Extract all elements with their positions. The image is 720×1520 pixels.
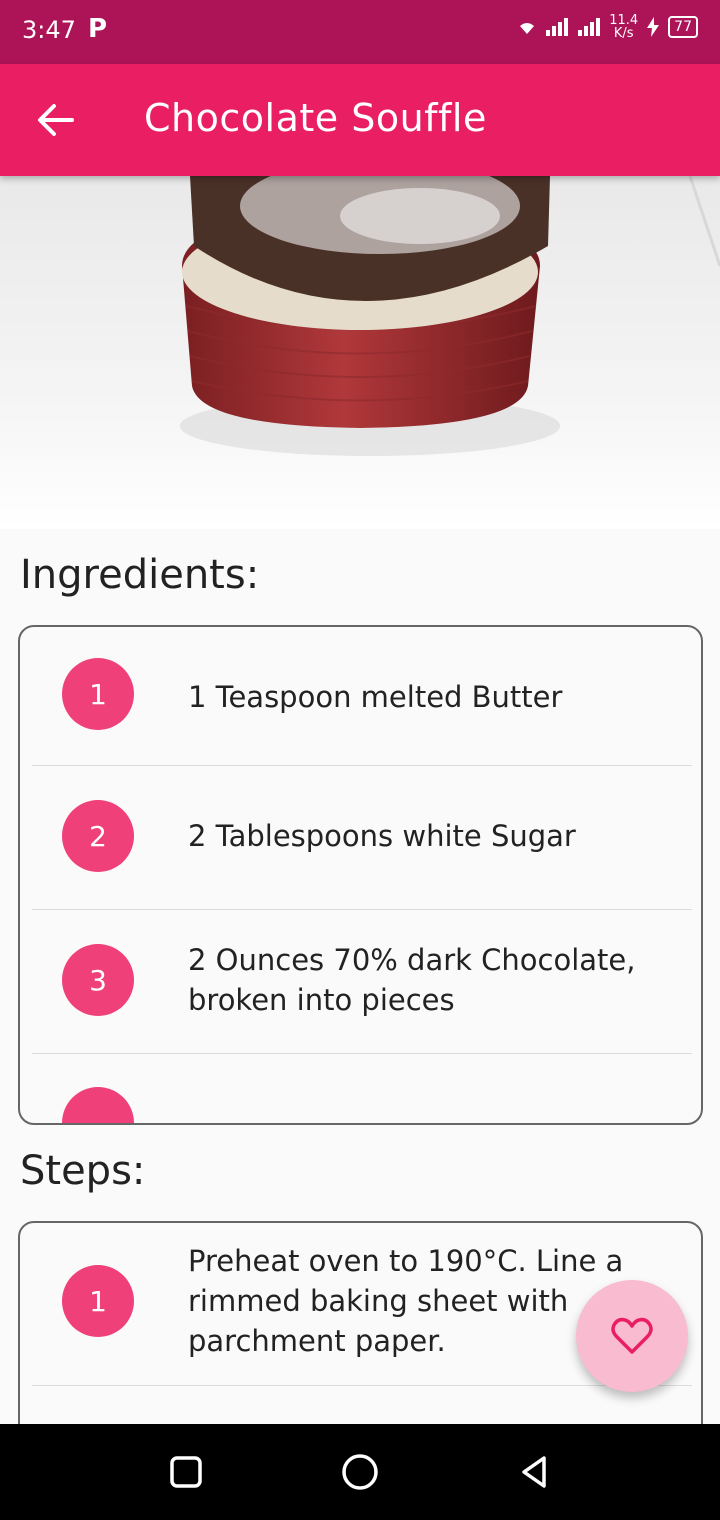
item-number-badge: 3: [62, 944, 134, 1016]
ingredient-text: 2 Tablespoons white Sugar: [188, 819, 576, 853]
charging-icon: [647, 17, 660, 37]
network-speed: 11.4 K/s: [609, 14, 638, 40]
speed-unit: K/s: [613, 26, 634, 41]
steps-heading: Steps:: [20, 1148, 146, 1194]
battery-icon: 77: [668, 16, 698, 38]
divider: [32, 1053, 692, 1054]
arrow-back-icon: [38, 104, 74, 136]
list-item: 1 1 Teaspoon melted Butter: [32, 631, 692, 765]
ingredient-text: 2 Ounces 70% dark Chocolate, broken into…: [188, 943, 636, 1017]
circle-icon: [342, 1454, 378, 1490]
triangle-back-icon: [522, 1456, 546, 1488]
step-number-badge: 1: [62, 1265, 134, 1337]
heart-outline-icon: [611, 1317, 653, 1354]
square-icon: [170, 1456, 202, 1488]
status-time: 3:47: [22, 16, 76, 44]
app-bar: Chocolate Souffle: [0, 64, 720, 176]
back-button[interactable]: [28, 94, 84, 146]
ingredients-heading: Ingredients:: [20, 552, 260, 598]
app-notification-icon: P: [88, 14, 108, 44]
ingredient-text: 1 Teaspoon melted Butter: [188, 680, 563, 714]
status-indicators: 11.4 K/s 77: [517, 14, 698, 40]
status-bar: 3:47 P 11.4 K/s 77: [0, 0, 720, 64]
item-number-badge: 1: [62, 658, 134, 730]
ingredients-list[interactable]: 1 1 Teaspoon melted Butter 2 2 Tablespoo…: [18, 625, 703, 1125]
wifi-icon: [520, 23, 535, 34]
recipe-image: [0, 176, 720, 529]
list-item: 2 2 Tablespoons white Sugar: [32, 766, 692, 909]
recents-button[interactable]: [164, 1450, 208, 1494]
signal-icon: [546, 18, 569, 36]
home-button[interactable]: [338, 1450, 382, 1494]
back-nav-button[interactable]: [512, 1450, 556, 1494]
favorite-button[interactable]: [576, 1280, 688, 1392]
system-navigation-bar: [0, 1424, 720, 1520]
page-title: Chocolate Souffle: [144, 96, 487, 140]
list-item: 3 2 Ounces 70% dark Chocolate, broken in…: [32, 910, 692, 1053]
item-number-badge-partial: [62, 1087, 134, 1123]
souffle-illustration: [180, 176, 720, 456]
signal-icon-2: [578, 18, 601, 36]
item-number-badge: 2: [62, 800, 134, 872]
